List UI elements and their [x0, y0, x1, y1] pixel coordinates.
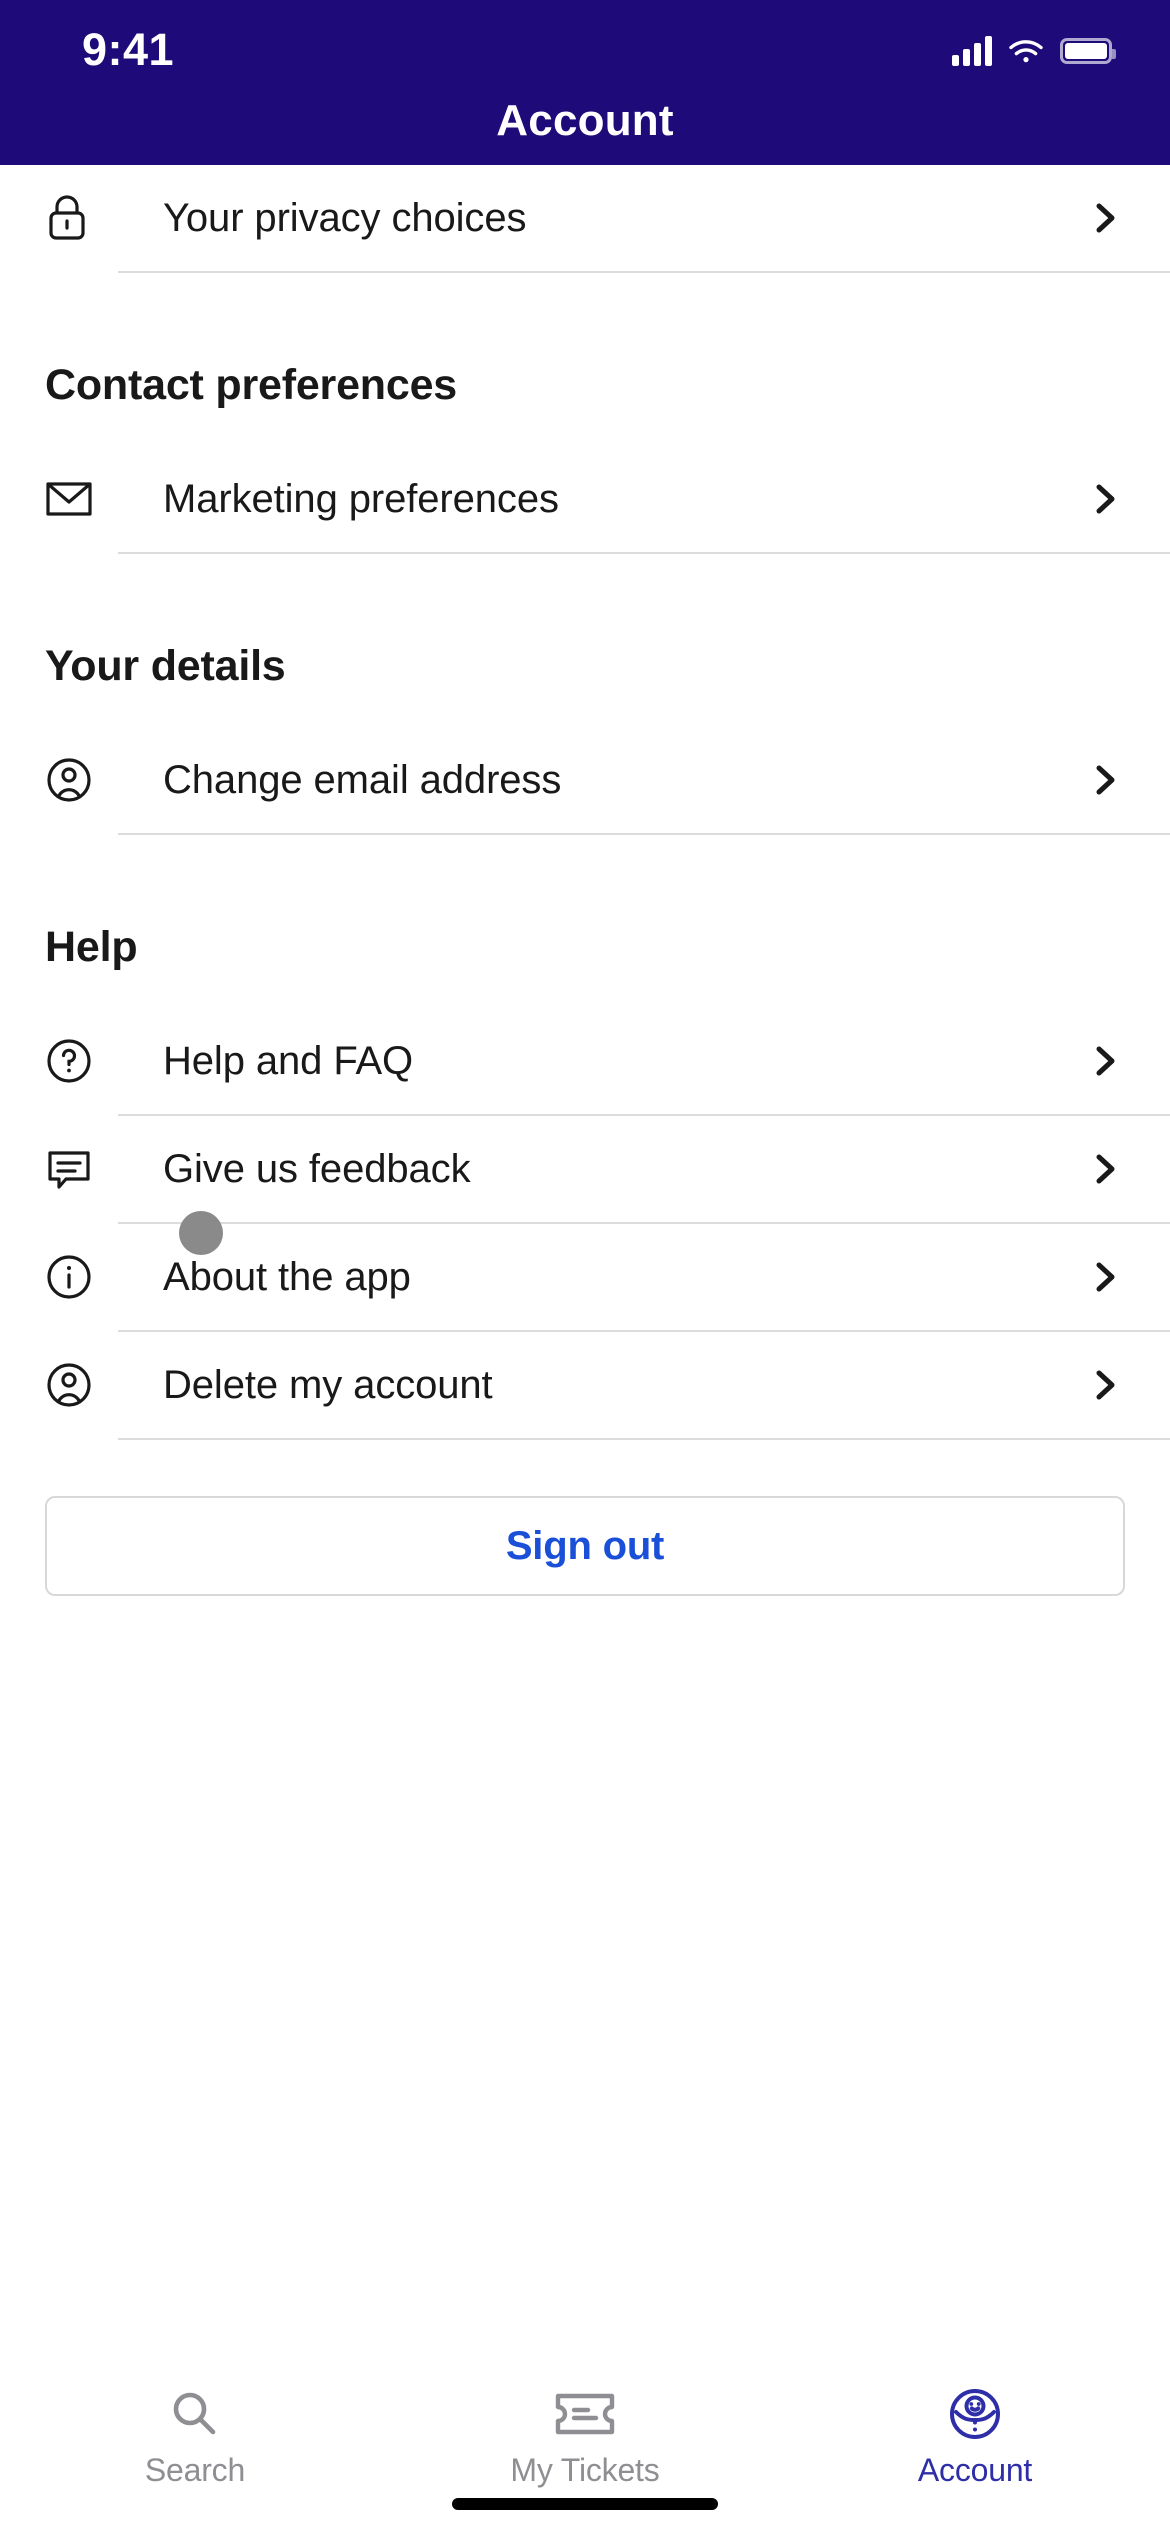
list-item-label: Marketing preferences	[163, 476, 559, 521]
tab-account[interactable]: Account	[780, 2386, 1170, 2489]
chevron-right-icon	[1088, 1044, 1122, 1078]
list-item-label: Change email address	[163, 757, 562, 802]
list-item-help-and-faq[interactable]: Help and FAQ	[0, 1008, 1170, 1114]
account-avatar-icon	[948, 2386, 1002, 2442]
list-item-label: Your privacy choices	[163, 195, 527, 240]
app-screen: 9:41 Account Your privacy choices Contac…	[0, 0, 1170, 2532]
search-icon	[169, 2386, 221, 2442]
section-heading: Contact preferences	[45, 361, 458, 409]
tab-label: Account	[917, 2452, 1033, 2488]
person-circle-icon	[45, 1361, 119, 1409]
chevron-right-icon	[1088, 1368, 1122, 1402]
tab-search[interactable]: Search	[0, 2386, 390, 2489]
section-heading: Your details	[45, 642, 286, 690]
heading-gap	[0, 972, 1170, 1008]
section-contact-preferences: Contact preferences Marketing preference…	[0, 361, 1170, 554]
list-item-change-email-address[interactable]: Change email address	[0, 727, 1170, 833]
list-item-label: Give us feedback	[163, 1146, 471, 1191]
heading-gap	[0, 410, 1170, 446]
section-privacy: Your privacy choices	[0, 165, 1170, 273]
ticket-icon	[554, 2386, 616, 2442]
tab-label: My Tickets	[510, 2452, 660, 2488]
chevron-right-icon	[1088, 201, 1122, 235]
heading-gap	[0, 691, 1170, 727]
person-circle-icon	[45, 756, 119, 804]
question-circle-icon	[45, 1037, 119, 1085]
list-item-your-privacy-choices[interactable]: Your privacy choices	[0, 165, 1170, 271]
speech-bubble-icon	[45, 1145, 119, 1193]
status-time: 9:41	[82, 24, 175, 75]
page-title: Account	[496, 96, 674, 145]
chevron-right-icon	[1088, 482, 1122, 516]
chevron-right-icon	[1088, 1152, 1122, 1186]
chevron-right-icon	[1088, 763, 1122, 797]
app-header: 9:41 Account	[0, 0, 1170, 165]
tab-my-tickets[interactable]: My Tickets	[390, 2386, 780, 2489]
list-item-give-us-feedback[interactable]: Give us feedback	[0, 1116, 1170, 1222]
battery-icon	[1060, 38, 1116, 64]
tab-label: Search	[144, 2452, 246, 2488]
sign-out-button[interactable]: Sign out	[45, 1496, 1125, 1596]
cellular-signal-icon	[952, 36, 992, 66]
sign-out-container: Sign out	[0, 1440, 1170, 1596]
section-help: Help Help and FAQ Give us feedback About…	[0, 923, 1170, 1440]
status-bar: 9:41	[0, 0, 1170, 92]
list-item-about-the-app[interactable]: About the app	[0, 1224, 1170, 1330]
list-item-delete-my-account[interactable]: Delete my account	[0, 1332, 1170, 1438]
list-item-marketing-preferences[interactable]: Marketing preferences	[0, 446, 1170, 552]
status-icons	[952, 36, 1116, 66]
chevron-right-icon	[1088, 1260, 1122, 1294]
home-indicator	[452, 2498, 718, 2510]
envelope-icon	[45, 479, 119, 519]
list-item-label: About the app	[163, 1254, 411, 1299]
list-item-label: Help and FAQ	[163, 1038, 414, 1083]
section-your-details: Your details Change email address	[0, 642, 1170, 835]
settings-list[interactable]: Your privacy choices Contact preferences	[0, 165, 1170, 2364]
lock-icon	[45, 194, 119, 242]
section-heading: Help	[45, 923, 138, 971]
wifi-icon	[1008, 38, 1044, 65]
info-circle-icon	[45, 1253, 119, 1301]
list-item-label: Delete my account	[163, 1362, 493, 1407]
